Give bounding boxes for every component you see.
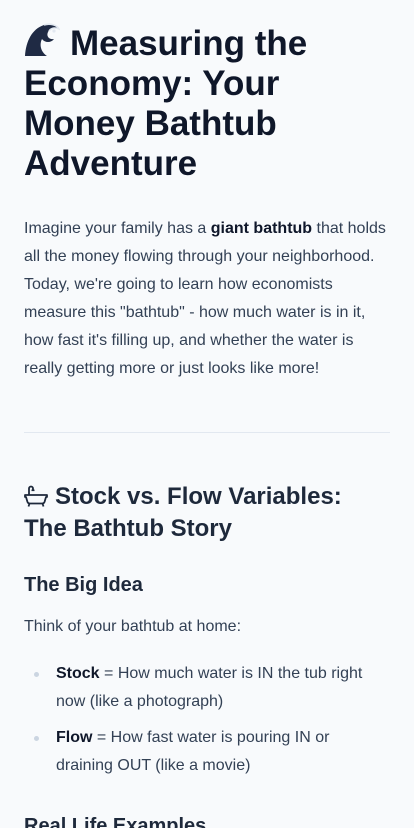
bullet-dot xyxy=(34,672,39,677)
subheading-big-idea: The Big Idea xyxy=(24,574,143,596)
section-divider xyxy=(24,432,390,433)
page-title-text: Measuring the Economy: Your Money Bathtu… xyxy=(24,24,308,183)
wave-icon xyxy=(25,23,60,56)
list-item-stock: Stock = How much water is IN the tub rig… xyxy=(24,660,390,716)
section-heading: Stock vs. Flow Variables: The Bathtub St… xyxy=(24,481,390,545)
intro-emphasis: giant bathtub xyxy=(210,220,313,237)
term-stock: Stock xyxy=(56,665,100,682)
section-heading-text: Stock vs. Flow Variables: The Bathtub St… xyxy=(24,483,342,542)
intro-paragraph: Imagine your family has a giant bathtub … xyxy=(24,215,390,383)
intro-text-end: that holds all the money flowing through… xyxy=(24,220,386,377)
list-item-flow: Flow = How fast water is pouring IN or d… xyxy=(24,724,390,780)
definition-flow: = How fast water is pouring IN or draini… xyxy=(56,729,330,774)
definition-stock: = How much water is IN the tub right now… xyxy=(56,665,363,710)
page: Measuring the Economy: Your Money Bathtu… xyxy=(0,0,414,828)
stock-flow-list: Stock = How much water is IN the tub rig… xyxy=(24,660,390,788)
subheading-real-life-examples: Real Life Examples xyxy=(24,815,207,828)
intro-text-start: Imagine your family has a xyxy=(24,220,211,237)
bathtub-paragraph: Think of your bathtub at home: xyxy=(24,618,242,635)
term-flow: Flow xyxy=(56,729,93,746)
page-title: Measuring the Economy: Your Money Bathtu… xyxy=(24,23,390,184)
bathtub-icon xyxy=(24,485,48,507)
bullet-dot xyxy=(34,736,39,741)
